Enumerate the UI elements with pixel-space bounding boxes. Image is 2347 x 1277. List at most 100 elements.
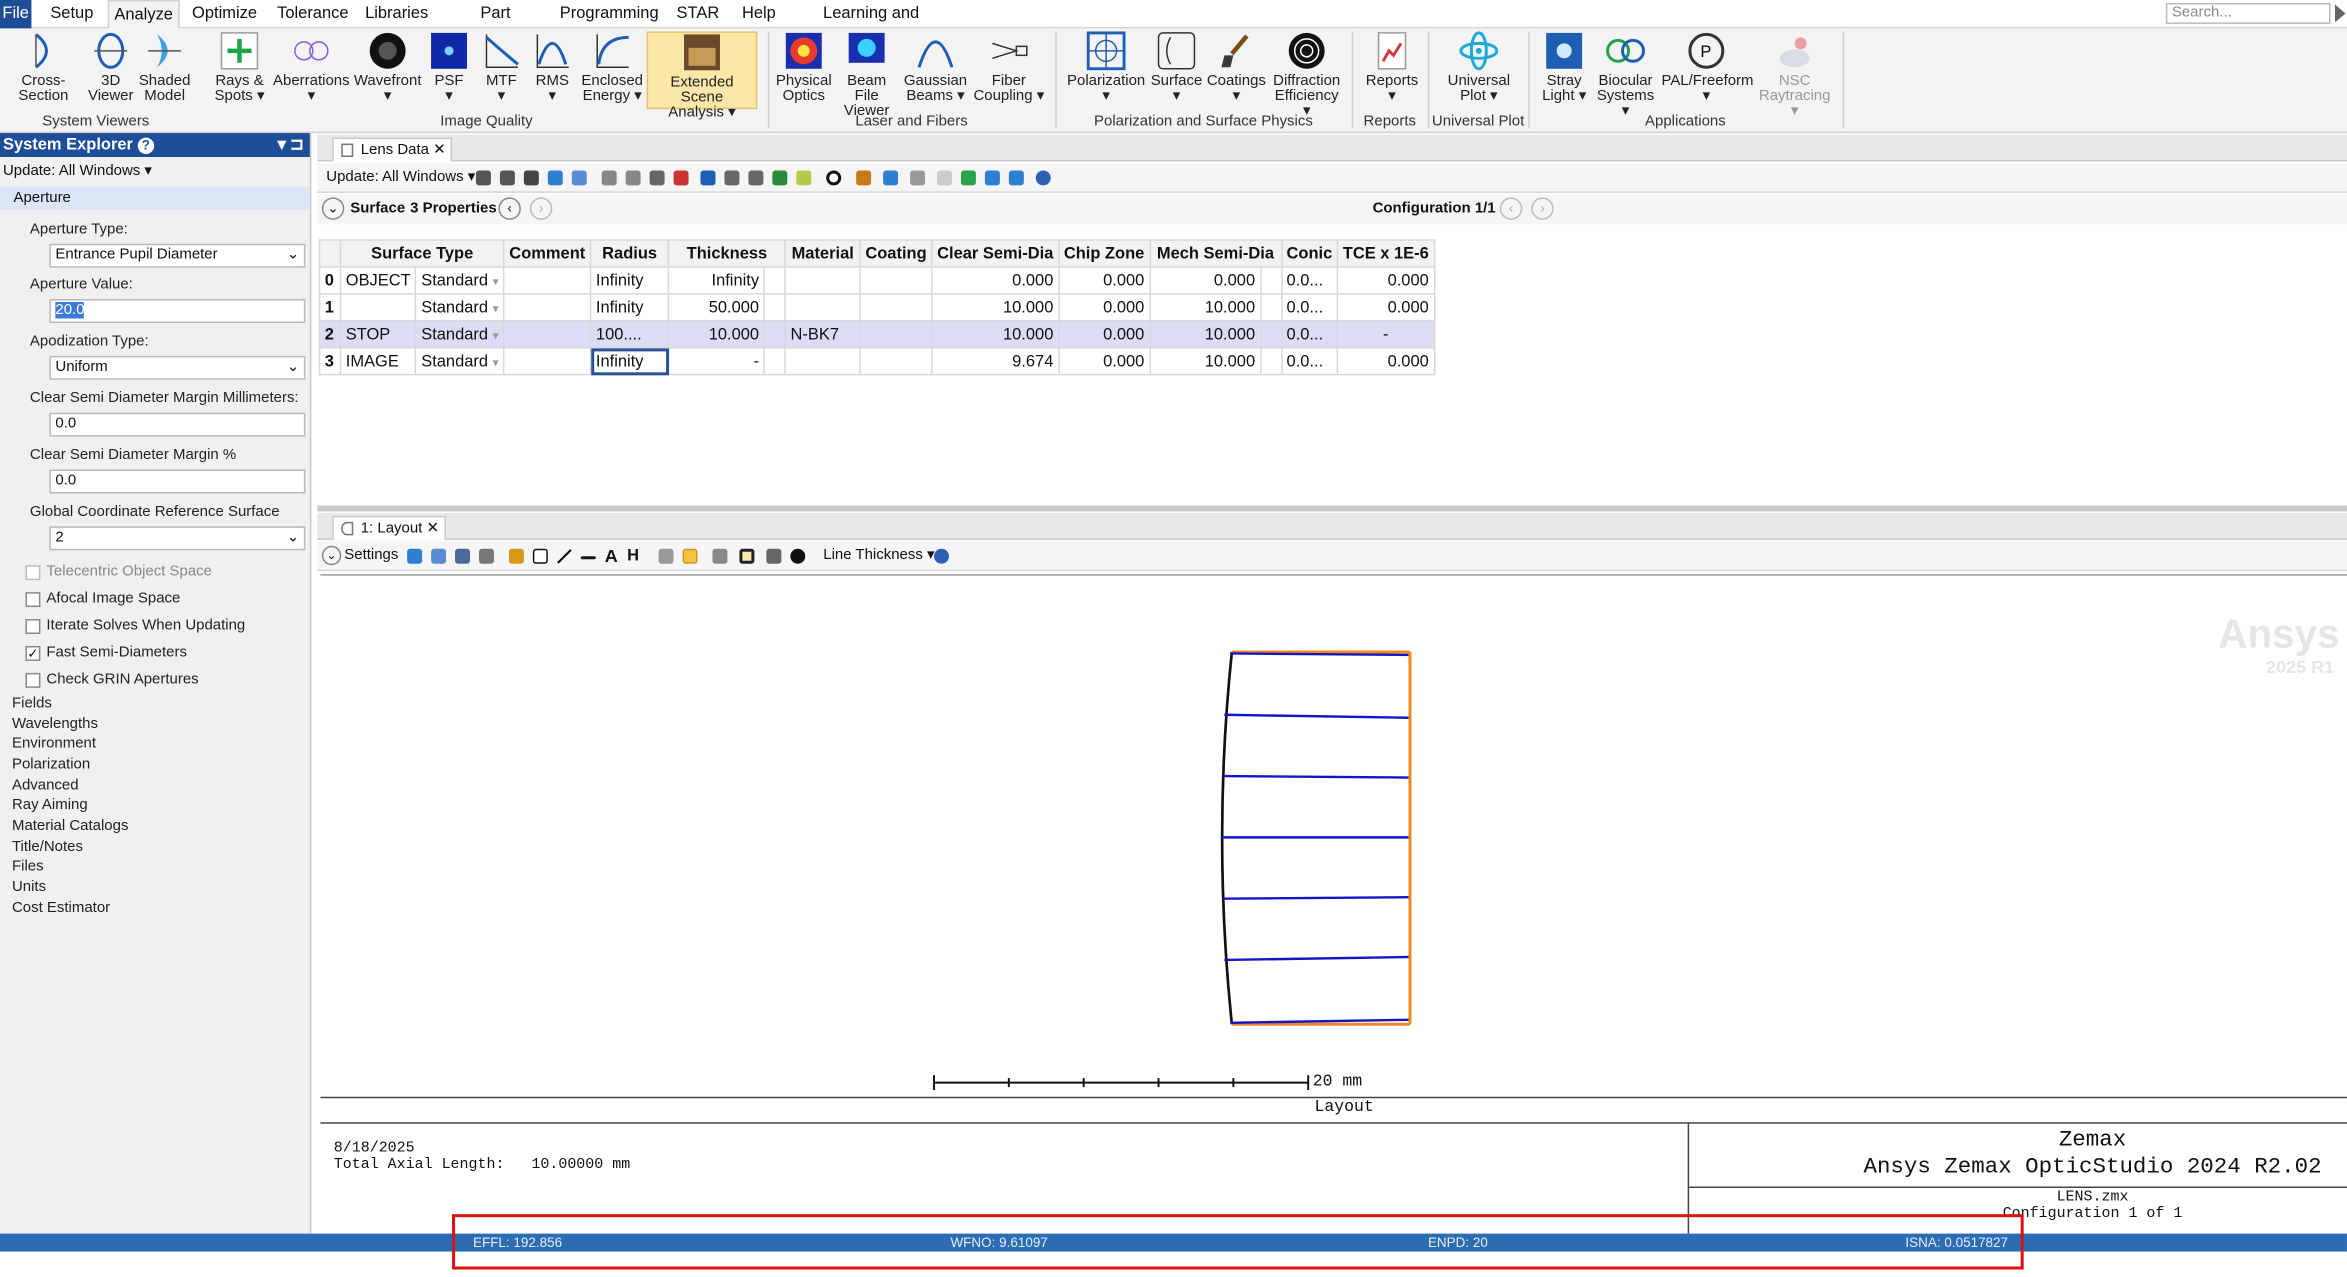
menu-tab-learning[interactable]: Learning and Support — [798, 0, 945, 50]
menu-tab-setup[interactable]: Setup — [45, 0, 99, 28]
expand-arrow-icon[interactable] — [2335, 4, 2346, 23]
tree-item-fields[interactable]: Fields — [12, 695, 52, 711]
insert-icon[interactable] — [601, 170, 617, 186]
cross-section-button[interactable]: Cross-Section — [0, 31, 87, 104]
zoom-icon[interactable] — [682, 548, 698, 564]
settings-button[interactable]: Settings — [344, 541, 398, 571]
tree-item-advanced[interactable]: Advanced — [12, 778, 79, 794]
line-tool-icon[interactable] — [580, 556, 596, 560]
dimension-tool-icon[interactable]: H — [627, 541, 639, 571]
telecentric-checkbox[interactable] — [25, 565, 41, 581]
table-row[interactable]: 1 Standard ▾ Infinity 50.000 10.000 0.000 10.0… — [318, 293, 1435, 322]
table-row[interactable]: 2 STOP Standard ▾ 100.... 10.000 N-BK7 10.000 0… — [318, 319, 1435, 349]
move-icon[interactable] — [658, 548, 674, 564]
aberrations-button[interactable]: Aberrations ▾ — [272, 31, 350, 104]
menu-tab-analyze[interactable]: Analyze — [107, 0, 180, 30]
menu-tab-programming[interactable]: Programming — [560, 0, 659, 28]
lens-update-dropdown[interactable]: Update: All Windows ▾ — [326, 163, 475, 193]
biocular-systems-button[interactable]: Biocular Systems ▾ — [1593, 31, 1659, 119]
search-input[interactable]: Search... — [2165, 2, 2331, 24]
tab-layout[interactable]: 1: Layout ✕ — [332, 515, 447, 540]
undo-icon[interactable] — [883, 170, 899, 186]
swap-icon[interactable] — [960, 170, 976, 186]
prev-surface-button[interactable]: ‹ — [498, 197, 521, 220]
extended-scene-analysis-button[interactable]: Extended Scene Analysis ▾ — [646, 31, 758, 120]
aperture-type-select[interactable]: Entrance Pupil Diameter ⌄ — [49, 243, 306, 268]
section-aperture[interactable]: Aperture — [0, 186, 310, 210]
gear-icon[interactable] — [499, 170, 515, 186]
csd-pct-input[interactable]: 0.0 — [49, 469, 306, 494]
globe-icon[interactable] — [547, 170, 563, 186]
fast-semi-diameters-checkbox[interactable]: ✓ — [25, 645, 41, 661]
help-icon[interactable] — [1035, 170, 1051, 186]
afocal-checkbox[interactable] — [25, 592, 41, 608]
chevron-down-icon[interactable]: ⌄ — [321, 545, 342, 566]
help-icon[interactable] — [934, 548, 949, 564]
line-thickness-dropdown[interactable]: Line Thickness ▾ — [823, 541, 934, 571]
psf-button[interactable]: PSF ▾ — [428, 31, 470, 104]
tree-item-units[interactable]: Units — [12, 879, 46, 895]
pencil-icon[interactable] — [856, 170, 872, 186]
diffraction-efficiency-button[interactable]: Diffraction Efficiency ▾ — [1269, 31, 1344, 119]
tree-item-material-catalogs[interactable]: Material Catalogs — [12, 818, 128, 834]
layout-icon[interactable] — [571, 170, 587, 186]
copy-icon[interactable] — [431, 548, 447, 564]
stray-light-button[interactable]: Stray Light ▾ — [1539, 31, 1590, 104]
arrows-icon[interactable] — [984, 170, 1000, 186]
menu-tab-optimize[interactable]: Optimize — [189, 0, 261, 28]
mirror-icon[interactable] — [724, 170, 740, 186]
fiber-coupling-button[interactable]: Fiber Coupling ▾ — [973, 31, 1045, 104]
menu-file[interactable]: File — [0, 0, 32, 29]
shaded-model-button[interactable]: Shaded Model — [138, 31, 192, 104]
clock-icon[interactable] — [790, 548, 806, 564]
rays-spots-button[interactable]: Rays & Spots ▾ — [213, 31, 267, 104]
chevron-down-icon[interactable]: ⌄ — [321, 197, 345, 220]
tree-item-title-notes[interactable]: Title/Notes — [12, 839, 83, 855]
menu-tab-tolerance[interactable]: Tolerance — [275, 0, 350, 28]
pane-splitter[interactable] — [317, 505, 2347, 512]
physical-optics-button[interactable]: Physical Optics — [775, 31, 832, 104]
nsc-raytracing-button[interactable]: NSC Raytracing ▾ — [1757, 31, 1832, 119]
print-icon[interactable] — [478, 548, 494, 564]
next-config-button[interactable]: › — [1531, 197, 1554, 220]
reports-button[interactable]: Reports ▾ — [1362, 31, 1422, 104]
arrow-tool-icon[interactable] — [556, 548, 572, 564]
radius-cell-selected[interactable]: Infinity — [589, 346, 670, 376]
menu-tab-part-designer[interactable]: Part Designer — [446, 0, 545, 50]
3d-viewer-button[interactable]: 3D Viewer — [87, 31, 135, 104]
collapse-icon[interactable]: ▾ — [278, 133, 286, 157]
circle-tool-icon[interactable] — [826, 170, 842, 186]
menu-tab-star[interactable]: STAR — [677, 0, 720, 28]
chevron-down-icon[interactable]: ▾ — [493, 301, 499, 314]
rms-button[interactable]: RMS ▾ — [530, 31, 575, 104]
menu-tab-libraries[interactable]: Libraries — [364, 0, 430, 28]
tree-item-wavelengths[interactable]: Wavelengths — [12, 716, 98, 732]
close-icon[interactable]: ✕ — [433, 142, 446, 158]
polarization-button[interactable]: Polarization ▾ — [1066, 31, 1147, 104]
ray-trace-icon[interactable] — [796, 170, 812, 186]
chevron-down-icon[interactable]: ▾ — [493, 274, 499, 287]
pin-icon[interactable]: ⊐ — [290, 133, 304, 157]
next-surface-button[interactable]: › — [529, 197, 553, 220]
check-grin-checkbox[interactable] — [25, 672, 41, 688]
coatings-button[interactable]: Coatings ▾ — [1206, 31, 1266, 104]
enclosed-energy-button[interactable]: Enclosed Energy ▾ — [581, 31, 644, 104]
apodization-select[interactable]: Uniform ⌄ — [49, 355, 306, 380]
text-tool-icon[interactable]: A — [605, 541, 618, 571]
surface-button[interactable]: Surface ▾ — [1150, 31, 1204, 104]
pal-freeform-button[interactable]: P PAL/Freeform ▾ — [1661, 31, 1754, 104]
csd-mm-input[interactable]: 0.0 — [49, 412, 306, 437]
tree-item-files[interactable]: Files — [12, 858, 44, 874]
universal-plot-button[interactable]: Universal Plot ▾ — [1440, 31, 1518, 104]
tree-item-polarization[interactable]: Polarization — [12, 757, 90, 773]
coord-break-icon[interactable] — [748, 170, 764, 186]
lock-icon[interactable] — [712, 548, 728, 564]
table-row[interactable]: 0 OBJECT Standard ▾ Infinity Infinity 0.000 0.… — [318, 266, 1435, 295]
make-focal-icon[interactable] — [772, 170, 788, 186]
toggle-icon[interactable] — [910, 170, 926, 186]
mtf-button[interactable]: MTF ▾ — [479, 31, 524, 104]
save-icon[interactable] — [455, 548, 470, 564]
chevron-down-icon[interactable]: ▾ — [493, 328, 499, 341]
tree-item-ray-aiming[interactable]: Ray Aiming — [12, 797, 88, 813]
chevron-down-icon[interactable]: ▾ — [493, 355, 499, 368]
